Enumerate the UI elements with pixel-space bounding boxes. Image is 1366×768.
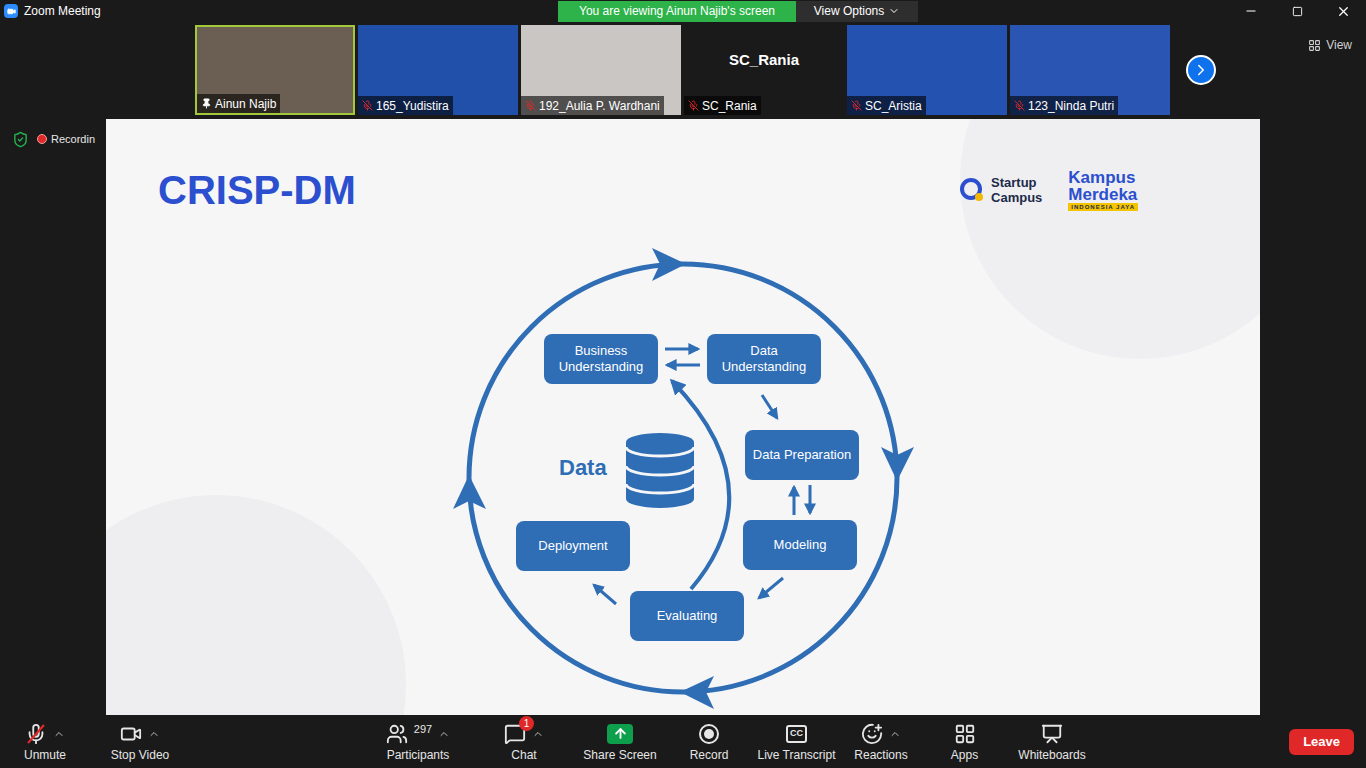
participant-label: SC_Rania: [684, 96, 761, 115]
screen-share-banner: You are viewing Ainun Najib's screen: [558, 1, 796, 22]
toolbar-label: Live Transcript: [757, 747, 835, 763]
gallery-strip: Ainun Najib 165_Yudistira 192_Aulia P. War…: [0, 22, 1366, 119]
zoom-window: Zoom Meeting You are viewing Ainun Najib'…: [0, 0, 1366, 768]
pin-icon: [201, 98, 212, 109]
database-icon: [626, 433, 694, 508]
participant-tile[interactable]: 165_Yudistira: [358, 25, 518, 115]
toolbar-label: Record: [690, 747, 729, 763]
participants-icon: [386, 723, 408, 745]
process-node: Modeling: [743, 520, 857, 570]
recording-indicator[interactable]: Recordin: [37, 131, 95, 148]
participant-tile[interactable]: SC_RaniaSC_Rania: [684, 25, 844, 115]
apps-icon: [954, 723, 976, 745]
crisp-dm-diagram: Data Business Understanding Data Understan…: [446, 239, 926, 715]
toolbar-label: Whiteboards: [1018, 747, 1085, 763]
mic-muted-icon: [851, 100, 862, 111]
participant-label: 165_Yudistira: [358, 96, 453, 115]
share-screen-icon: [607, 724, 633, 744]
mic-muted-icon: [25, 723, 47, 745]
participant-label: 192_Aulia P. Wardhani: [521, 96, 664, 115]
data-label: Data: [559, 455, 607, 481]
startup-campus-icon: [959, 177, 985, 203]
zoom-logo-icon: [4, 4, 18, 18]
view-options-button[interactable]: View Options: [796, 1, 918, 22]
mic-muted-icon: [362, 100, 373, 111]
toolbar-button[interactable]: Unmute: [0, 715, 90, 768]
toolbar-button[interactable]: Apps: [922, 715, 1007, 768]
chat-icon: 1: [504, 723, 526, 745]
toolbar-button[interactable]: 297 Participants: [363, 715, 473, 768]
menu-caret-icon[interactable]: [889, 728, 901, 740]
participant-tile[interactable]: Ainun Najib: [195, 25, 355, 115]
toolbar-button[interactable]: Share Screen: [575, 715, 665, 768]
shared-slide: CRISP-DM StartupCampus KampusMerdekaINDONE…: [106, 119, 1260, 715]
toolbar-label: Stop Video: [111, 747, 170, 763]
participant-label: 123_Ninda Putri: [1010, 96, 1118, 115]
toolbar-label: Reactions: [854, 747, 907, 763]
recording-dot-icon: [37, 134, 47, 144]
process-node: Evaluating: [630, 591, 744, 641]
cycle-arrow-icon: [453, 475, 486, 509]
reactions-icon: [861, 723, 883, 745]
cycle-ring: [469, 264, 897, 692]
slide-title: CRISP-DM: [158, 167, 356, 213]
restore-icon: [1292, 6, 1303, 17]
toolbar-button[interactable]: 1 Chat: [473, 715, 575, 768]
kampus-merdeka-logo: KampusMerdekaINDONESIA JAYA: [1068, 169, 1138, 211]
participant-tile[interactable]: 123_Ninda Putri: [1010, 25, 1170, 115]
chat-badge: 1: [519, 716, 534, 731]
next-page-button[interactable]: [1186, 55, 1216, 85]
participant-tile[interactable]: 192_Aulia P. Wardhani: [521, 25, 681, 115]
startup-campus-logo: StartupCampus: [959, 175, 1042, 205]
grid-icon: [1308, 39, 1321, 52]
process-node: Business Understanding: [544, 334, 658, 384]
participant-label: SC_Aristia: [847, 96, 926, 115]
mic-muted-icon: [688, 100, 699, 111]
menu-caret-icon[interactable]: [148, 728, 160, 740]
menu-caret-icon[interactable]: [438, 728, 450, 740]
toolbar-button[interactable]: Stop Video: [90, 715, 190, 768]
record-icon: [698, 723, 720, 745]
participant-tile[interactable]: SC_Aristia: [847, 25, 1007, 115]
chevron-right-icon: [1192, 61, 1210, 79]
mic-muted-icon: [525, 100, 536, 111]
cycle-arrow-icon: [881, 447, 914, 481]
cc-icon: CC: [786, 725, 807, 743]
cycle-arrow-icon: [680, 676, 714, 709]
menu-caret-icon[interactable]: [53, 728, 65, 740]
meeting-toolbar: Unmute Stop Video 297 Participants 1 Chat Shar…: [0, 715, 1366, 768]
toolbar-label: Chat: [511, 747, 536, 763]
minimize-button[interactable]: [1228, 0, 1274, 22]
toolbar-button[interactable]: Reactions: [840, 715, 922, 768]
close-button[interactable]: [1320, 0, 1366, 22]
toolbar-button[interactable]: Whiteboards: [1007, 715, 1097, 768]
security-shield-icon[interactable]: [12, 131, 29, 148]
title-bar: Zoom Meeting You are viewing Ainun Najib'…: [0, 0, 1366, 22]
toolbar-button[interactable]: Record: [665, 715, 753, 768]
toolbar-label: Participants: [387, 747, 450, 763]
toolbar-label: Share Screen: [583, 747, 656, 763]
leave-button[interactable]: Leave: [1289, 729, 1354, 755]
participant-count: 297: [414, 721, 432, 738]
restore-button[interactable]: [1274, 0, 1320, 22]
window-title: Zoom Meeting: [24, 2, 101, 20]
toolbar-button[interactable]: CC Live Transcript: [753, 715, 840, 768]
process-node: Data Understanding: [707, 334, 821, 384]
process-node: Data Preparation: [745, 430, 859, 480]
video-icon: [120, 723, 142, 745]
toolbar-label: Apps: [951, 747, 978, 763]
view-button[interactable]: View: [1308, 36, 1352, 54]
menu-caret-icon[interactable]: [532, 728, 544, 740]
main-area: Recordin CRISP-DM StartupCampus KampusMerde…: [0, 119, 1366, 715]
participant-label: Ainun Najib: [197, 94, 280, 113]
process-node: Deployment: [516, 521, 630, 571]
toolbar-label: Unmute: [24, 747, 66, 763]
mic-muted-icon: [1014, 100, 1025, 111]
cycle-arrow-icon: [652, 248, 686, 281]
minimize-icon: [1244, 4, 1258, 18]
close-icon: [1336, 4, 1351, 19]
whiteboard-icon: [1041, 723, 1063, 745]
